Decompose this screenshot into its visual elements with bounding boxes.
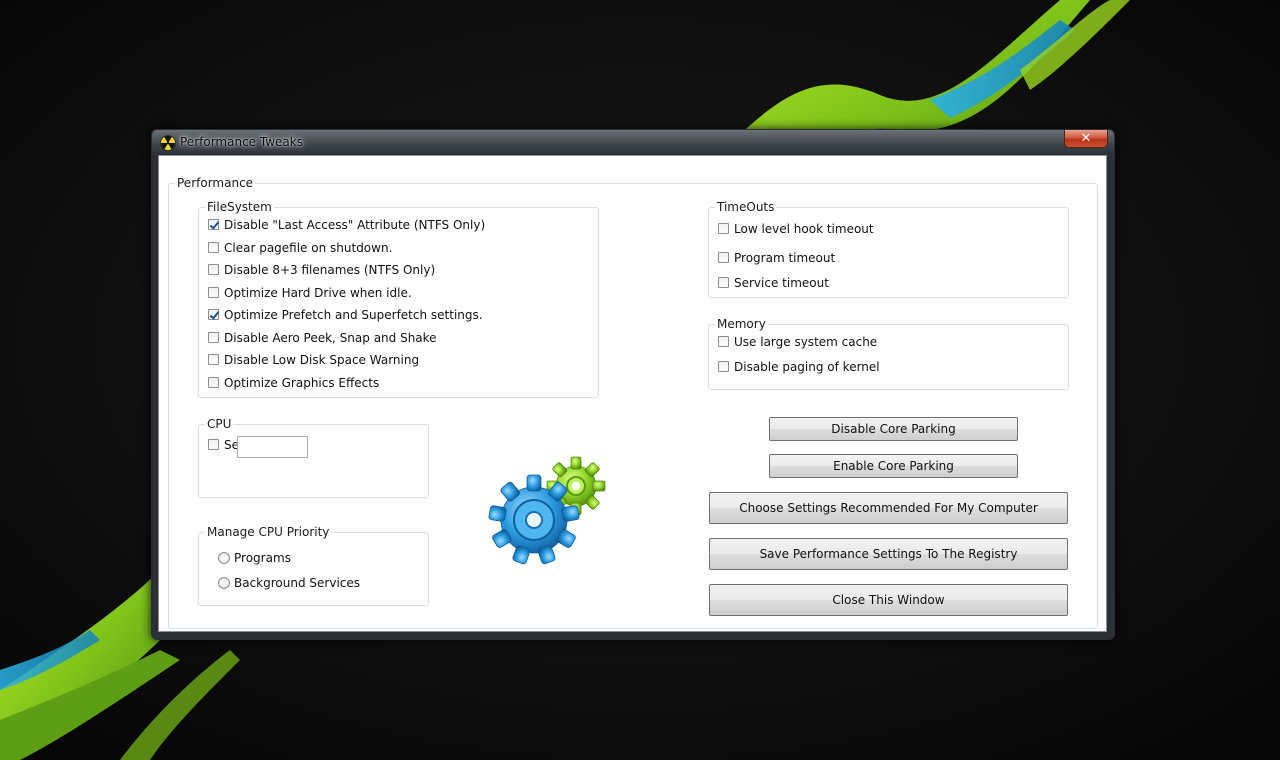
l2-cache-input[interactable] bbox=[237, 436, 308, 458]
title-bar[interactable]: Performance Tweaks ✕ bbox=[152, 130, 1114, 156]
save-to-registry-button[interactable]: Save Performance Settings To The Registr… bbox=[709, 538, 1068, 570]
filesystem-group: FileSystem bbox=[198, 200, 599, 398]
cpu-group-label: CPU bbox=[205, 417, 234, 431]
window-title: Performance Tweaks bbox=[180, 135, 303, 149]
memory-group-label: Memory bbox=[715, 317, 768, 331]
cpu-group: CPU bbox=[198, 417, 429, 498]
checkbox-icon[interactable] bbox=[718, 252, 729, 263]
checkbox-icon[interactable] bbox=[208, 264, 219, 275]
close-window-button[interactable]: Close This Window bbox=[709, 584, 1068, 616]
disable-core-parking-button[interactable]: Disable Core Parking bbox=[769, 417, 1018, 441]
checkbox-icon[interactable] bbox=[718, 223, 729, 234]
checkbox-icon[interactable] bbox=[208, 219, 219, 230]
radio-icon[interactable] bbox=[218, 577, 230, 589]
checkbox-icon[interactable] bbox=[208, 439, 219, 450]
checkbox-icon[interactable] bbox=[208, 354, 219, 365]
checkbox-icon[interactable] bbox=[208, 309, 219, 320]
cpu-priority-group: Manage CPU Priority bbox=[198, 525, 429, 606]
checkbox-icon[interactable] bbox=[718, 336, 729, 347]
filesystem-group-label: FileSystem bbox=[205, 200, 274, 214]
radio-icon[interactable] bbox=[218, 552, 230, 564]
gears-icon bbox=[488, 456, 606, 565]
checkbox-icon[interactable] bbox=[718, 361, 729, 372]
checkbox-icon[interactable] bbox=[208, 377, 219, 388]
window-close-button[interactable]: ✕ bbox=[1064, 130, 1108, 148]
choose-recommended-settings-button[interactable]: Choose Settings Recommended For My Compu… bbox=[709, 492, 1068, 524]
timeouts-group-label: TimeOuts bbox=[715, 200, 777, 214]
checkbox-icon[interactable] bbox=[208, 287, 219, 298]
memory-group: Memory bbox=[708, 317, 1069, 390]
checkbox-icon[interactable] bbox=[718, 277, 729, 288]
radiation-icon bbox=[160, 135, 176, 151]
performance-group-label: Performance bbox=[175, 176, 256, 190]
enable-core-parking-button[interactable]: Enable Core Parking bbox=[769, 454, 1018, 478]
cpu-priority-group-label: Manage CPU Priority bbox=[205, 525, 332, 539]
checkbox-icon[interactable] bbox=[208, 242, 219, 253]
checkbox-icon[interactable] bbox=[208, 332, 219, 343]
